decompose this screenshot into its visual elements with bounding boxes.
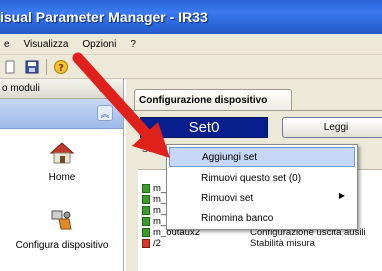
context-menu-item-remove-set[interactable]: Rimuovi set ▶ [169,188,355,208]
window-title: isual Parameter Manager - IR33 [0,9,208,25]
nav-item-home[interactable]: Home [0,141,124,183]
left-navigation-pane: o moduli ⊕ ︽ Home Configura dispositivo [0,79,124,271]
set-selector[interactable]: Set0 [140,117,268,138]
context-menu-item-label: Rinomina banco [201,212,274,224]
submenu-arrow-icon: ▶ [338,191,345,200]
parameter-status-icon [142,217,150,226]
toolbar: ? [0,55,382,79]
context-menu-item-add-set[interactable]: Aggiungi set [169,147,355,167]
menu-item-options[interactable]: Opzioni [82,39,116,50]
modules-header-label: o moduli [2,83,40,94]
nav-item-configure-device[interactable]: Configura dispositivo [0,207,124,251]
set-label: Se [142,144,154,154]
window-title-bar: isual Parameter Manager - IR33 [0,0,382,34]
svg-text:?: ? [58,63,64,74]
nav-item-home-label: Home [48,172,76,183]
menu-bar: e Visualizza Opzioni ? [0,34,382,55]
home-icon [0,141,124,168]
help-icon[interactable]: ? [53,59,69,75]
parameter-status-icon [142,195,150,204]
context-menu: Aggiungi set Rimuovi questo set (0) Rimu… [166,144,358,230]
toolbar-separator [46,58,47,75]
read-button-label: Leggi [323,122,349,133]
table-row[interactable]: /2 Stabilità misura [138,238,382,249]
menu-item-file[interactable]: e [4,39,10,50]
parameter-status-icon [142,184,150,193]
set-value: Set0 [188,119,220,136]
collapse-icon[interactable]: ︽ [97,105,113,121]
context-menu-item-rename-bank[interactable]: Rinomina banco [169,208,355,228]
row-name: /2 [153,238,161,249]
modules-header: o moduli ⊕ [0,79,123,99]
context-menu-item-label: Rimuovi questo set (0) [201,172,302,184]
tab-device-configuration[interactable]: Configurazione dispositivo [134,89,292,110]
parameter-status-icon [142,239,150,248]
context-menu-item-label: Aggiungi set [202,151,258,163]
modules-group-header: ︽ [0,99,123,129]
menu-item-view[interactable]: Visualizza [24,39,69,50]
parameter-status-icon [142,206,150,215]
read-button[interactable]: Leggi [282,117,382,138]
configure-device-icon [0,207,124,236]
tab-device-configuration-label: Configurazione dispositivo [139,94,268,106]
context-menu-item-remove-this-set[interactable]: Rimuovi questo set (0) [169,168,355,188]
context-menu-item-label: Rimuovi set [201,192,254,204]
nav-item-configure-device-label: Configura dispositivo [15,240,109,251]
menu-item-help[interactable]: ? [130,39,136,50]
pin-icon[interactable]: ⊕ [98,82,107,95]
new-icon[interactable] [2,59,18,75]
row-description: Stabilità misura [250,238,315,249]
save-icon[interactable] [24,59,40,75]
parameter-status-icon [142,228,150,237]
